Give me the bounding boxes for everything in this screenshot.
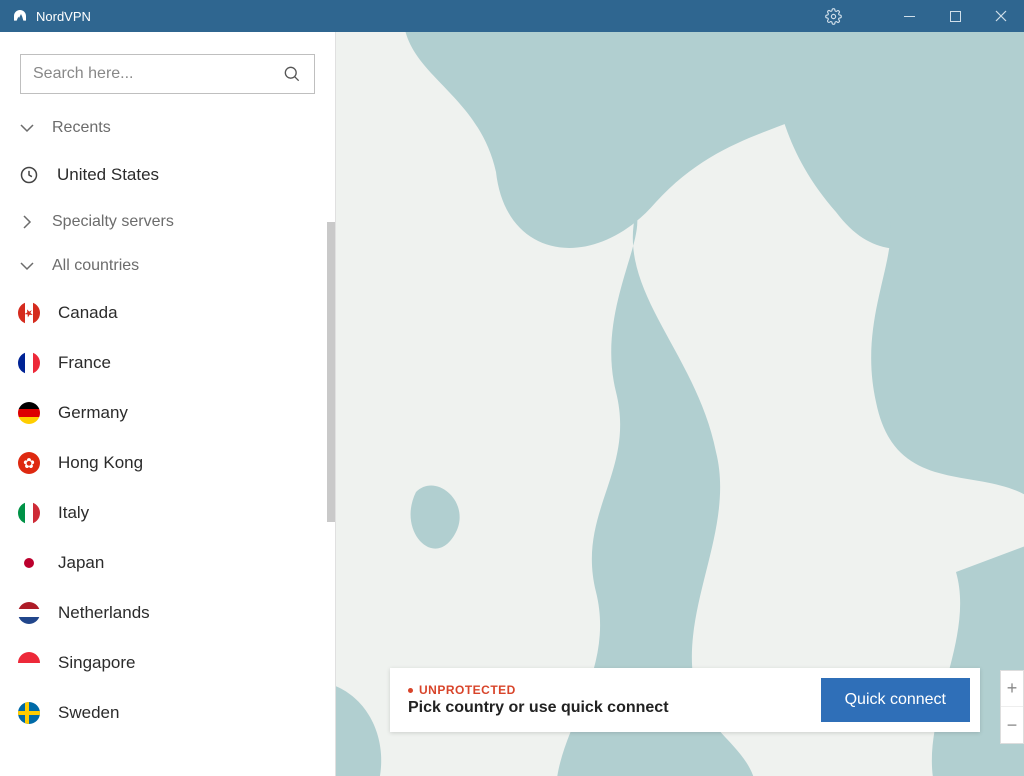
country-item-hong-kong[interactable]: ✿ Hong Kong	[0, 438, 335, 488]
flag-france-icon	[18, 352, 40, 374]
flag-germany-icon	[18, 402, 40, 424]
country-name: Hong Kong	[58, 453, 143, 473]
minimize-icon	[904, 11, 915, 22]
country-name: France	[58, 353, 111, 373]
country-name: Netherlands	[58, 603, 150, 623]
server-list: Recents United States Specialty servers	[0, 106, 335, 776]
search-input[interactable]	[33, 65, 282, 83]
clock-icon	[19, 165, 39, 185]
app-logo-icon	[12, 8, 28, 24]
country-name: United States	[57, 165, 159, 185]
chevron-right-icon	[20, 215, 34, 229]
search-box[interactable]	[20, 54, 315, 94]
flag-sweden-icon	[18, 702, 40, 724]
flag-canada-icon	[18, 302, 40, 324]
country-item-sweden[interactable]: Sweden	[0, 688, 335, 738]
country-name: Germany	[58, 403, 128, 423]
window-maximize-button[interactable]	[932, 0, 978, 32]
flag-singapore-icon	[18, 652, 40, 674]
app-name: NordVPN	[36, 9, 91, 24]
search-icon	[282, 64, 302, 84]
world-map-icon	[336, 32, 1024, 776]
map-area[interactable]: UNPROTECTED Pick country or use quick co…	[336, 32, 1024, 776]
country-item-germany[interactable]: Germany	[0, 388, 335, 438]
all-countries-section-header[interactable]: All countries	[0, 244, 335, 288]
recents-section-header[interactable]: Recents	[0, 106, 335, 150]
country-name: Singapore	[58, 653, 136, 673]
section-label: Recents	[52, 119, 111, 137]
settings-button[interactable]	[810, 0, 856, 32]
country-item-italy[interactable]: Italy	[0, 488, 335, 538]
quick-connect-button[interactable]: Quick connect	[821, 678, 970, 722]
country-name: Japan	[58, 553, 104, 573]
country-item-singapore[interactable]: Singapore	[0, 638, 335, 688]
specialty-section-header[interactable]: Specialty servers	[0, 200, 335, 244]
section-label: All countries	[52, 257, 139, 275]
window-minimize-button[interactable]	[886, 0, 932, 32]
zoom-out-button[interactable]: −	[1001, 707, 1023, 743]
titlebar-left: NordVPN	[0, 8, 91, 24]
maximize-icon	[950, 11, 961, 22]
country-name: Sweden	[58, 703, 119, 723]
section-label: Specialty servers	[52, 213, 174, 231]
flag-netherlands-icon	[18, 602, 40, 624]
gear-icon	[825, 8, 842, 25]
status-message: Pick country or use quick connect	[408, 699, 821, 717]
content: Recents United States Specialty servers	[0, 32, 1024, 776]
country-item-japan[interactable]: Japan	[0, 538, 335, 588]
country-name: Canada	[58, 303, 118, 323]
flag-italy-icon	[18, 502, 40, 524]
zoom-in-button[interactable]: +	[1001, 671, 1023, 707]
country-name: Italy	[58, 503, 89, 523]
window-close-button[interactable]	[978, 0, 1024, 32]
chevron-down-icon	[20, 121, 34, 135]
country-item-netherlands[interactable]: Netherlands	[0, 588, 335, 638]
chevron-down-icon	[20, 259, 34, 273]
status-dot-icon	[408, 688, 413, 693]
status-badge: UNPROTECTED	[408, 683, 821, 697]
country-item-france[interactable]: France	[0, 338, 335, 388]
sidebar: Recents United States Specialty servers	[0, 32, 336, 776]
titlebar: NordVPN	[0, 0, 1024, 32]
sidebar-scrollbar[interactable]	[327, 222, 335, 522]
flag-hong-kong-icon: ✿	[18, 452, 40, 474]
zoom-controls: + −	[1000, 670, 1024, 744]
status-bar: UNPROTECTED Pick country or use quick co…	[390, 668, 980, 732]
recent-item-united-states[interactable]: United States	[0, 150, 335, 200]
country-item-canada[interactable]: Canada	[0, 288, 335, 338]
close-icon	[995, 10, 1007, 22]
flag-japan-icon	[18, 552, 40, 574]
